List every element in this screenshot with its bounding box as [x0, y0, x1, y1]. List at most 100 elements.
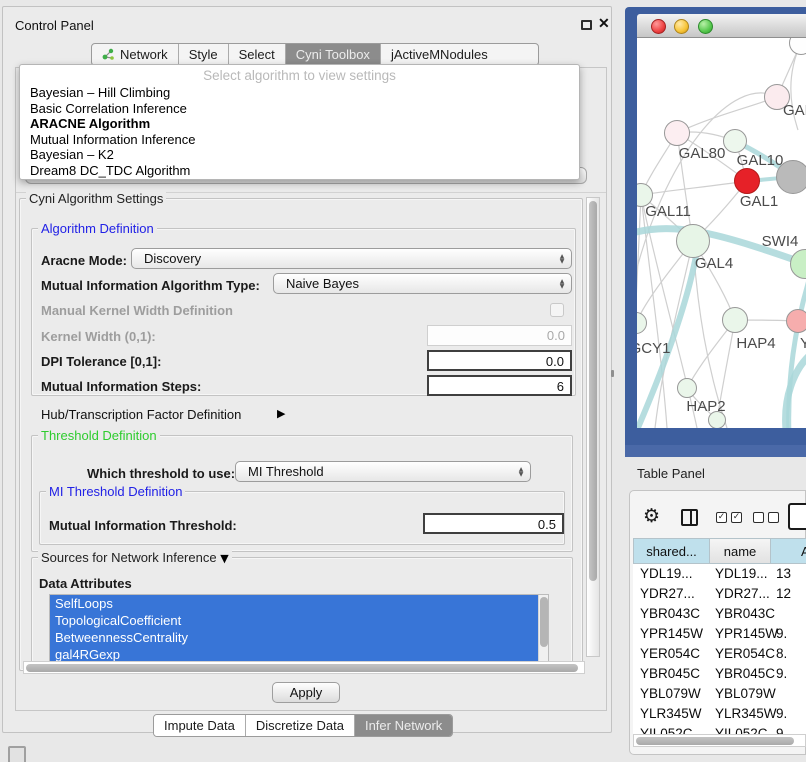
mi-steps-field[interactable]: 6: [427, 375, 572, 396]
settings-vertical-scrollbar[interactable]: [586, 197, 600, 657]
collapse-down-icon[interactable]: ▼: [220, 552, 228, 565]
table-row[interactable]: YDR27...YDR27...12: [633, 584, 806, 604]
column-header[interactable]: shared...: [633, 538, 710, 564]
tab-impute-data-label: Impute Data: [164, 718, 235, 733]
scrollbar-thumb[interactable]: [636, 737, 794, 745]
cell: YLR345W: [715, 706, 777, 721]
list-item[interactable]: BetweennessCentrality: [50, 629, 548, 646]
tab-jactivemnodules[interactable]: jActiveMNodules: [380, 44, 498, 65]
tab-cyni-toolbox-label: Cyni Toolbox: [296, 47, 370, 62]
node-label: GAL80: [679, 145, 726, 162]
table-row[interactable]: YPR145WYPR145W9.: [633, 624, 806, 644]
column-header[interactable]: name: [710, 538, 771, 564]
table-row[interactable]: YIL052CYIL052C9: [633, 724, 806, 734]
network-node[interactable]: [734, 168, 760, 194]
table-row[interactable]: YBR045CYBR045C9.: [633, 664, 806, 684]
tab-network[interactable]: Network: [92, 44, 178, 65]
tab-discretize-data[interactable]: Discretize Data: [245, 715, 354, 736]
dpi-tolerance-label: DPI Tolerance [0,1]:: [41, 354, 161, 369]
apply-button[interactable]: Apply: [272, 682, 340, 703]
tab-cyni-toolbox[interactable]: Cyni Toolbox: [285, 44, 380, 65]
tab-select-label: Select: [239, 47, 275, 62]
which-threshold-combobox[interactable]: MI Threshold ▲▼: [235, 461, 531, 482]
aracne-mode-combobox[interactable]: Discovery ▲▼: [131, 248, 572, 269]
float-window-icon[interactable]: [581, 20, 592, 30]
algorithm-dropdown-popup: Select algorithm to view settings Bayesi…: [19, 64, 580, 180]
minimize-traffic-icon[interactable]: [674, 19, 689, 34]
dropdown-item[interactable]: Mutual Information Inference: [30, 132, 569, 148]
cell: YBL079W: [640, 686, 701, 701]
cell: YER054C: [715, 646, 775, 661]
network-node[interactable]: [677, 378, 697, 398]
network-node[interactable]: [722, 307, 748, 333]
table-row[interactable]: YBR043CYBR043C: [633, 604, 806, 624]
scrollbar-thumb[interactable]: [540, 597, 548, 647]
list-item[interactable]: gal4RGexp: [50, 646, 548, 662]
scrollbar-thumb[interactable]: [589, 201, 597, 581]
network-canvas[interactable]: GAL GAL80 GAL10 GAL1 GAL11 GAL4 SWI4 GCY…: [637, 38, 806, 428]
dropdown-item[interactable]: Bayesian – K2: [30, 147, 569, 163]
list-item[interactable]: TopologicalCoefficient: [50, 612, 548, 629]
combo-arrows-icon: ▲▼: [512, 467, 530, 477]
data-attributes-list[interactable]: SelfLoops TopologicalCoefficient Between…: [49, 594, 549, 662]
network-node[interactable]: [786, 309, 806, 333]
column-header[interactable]: A: [771, 538, 806, 564]
table-row[interactable]: YER054CYER054C8.: [633, 644, 806, 664]
gear-icon[interactable]: ⚙: [643, 505, 660, 527]
settings-horizontal-scrollbar[interactable]: [23, 661, 585, 674]
network-node[interactable]: [676, 224, 710, 258]
deselect-all-checkbox-icon[interactable]: [753, 512, 764, 523]
mi-type-value: Naive Bayes: [274, 276, 553, 291]
mi-type-label: Mutual Information Algorithm Type:: [41, 278, 260, 293]
zoom-traffic-icon[interactable]: [698, 19, 713, 34]
list-item[interactable]: SelfLoops: [50, 595, 548, 612]
table-row[interactable]: YBL079W YBL079W: [633, 684, 806, 704]
select-all-checkbox-icon[interactable]: ✓: [716, 512, 727, 523]
mi-threshold-field[interactable]: 0.5: [423, 513, 564, 534]
minimized-panel-icon[interactable]: [8, 746, 26, 762]
export-table-icon[interactable]: [788, 503, 806, 530]
cell: 9: [776, 726, 784, 734]
dropdown-item[interactable]: Dream8 DC_TDC Algorithm: [30, 163, 569, 179]
scrollbar-thumb[interactable]: [26, 664, 578, 672]
mi-threshold-label: Mutual Information Threshold:: [49, 518, 237, 533]
table-row[interactable]: YLR345WYLR345W9.: [633, 704, 806, 724]
threshold-definition-title: Threshold Definition: [38, 428, 160, 443]
table-horizontal-scrollbar[interactable]: [633, 734, 806, 747]
split-columns-icon[interactable]: [681, 509, 698, 526]
select-all-checkbox-icon[interactable]: ✓: [731, 512, 742, 523]
kernel-width-field[interactable]: 0.0: [427, 325, 572, 346]
dropdown-item[interactable]: Basic Correlation Inference: [30, 101, 569, 117]
tab-infer-network[interactable]: Infer Network: [354, 715, 452, 736]
tab-style[interactable]: Style: [178, 44, 228, 65]
dpi-tolerance-field[interactable]: 0.0: [427, 350, 572, 371]
network-node[interactable]: [723, 129, 747, 153]
splitter-handle[interactable]: [611, 370, 614, 377]
mi-type-combobox[interactable]: Naive Bayes ▲▼: [273, 273, 572, 294]
kernel-width-label: Kernel Width (0,1):: [41, 329, 156, 344]
dropdown-prompt: Select algorithm to view settings: [20, 68, 579, 83]
cell: YBL079W: [715, 686, 776, 701]
network-window-titlebar[interactable]: [637, 14, 806, 38]
cell: 8.: [776, 646, 787, 661]
cell: YBR043C: [715, 606, 775, 621]
expand-right-icon[interactable]: ▶: [277, 407, 285, 420]
table-row[interactable]: YDL19...YDL19...13: [633, 564, 806, 584]
dropdown-item[interactable]: Bayesian – Hill Climbing: [30, 85, 569, 101]
close-traffic-icon[interactable]: [651, 19, 666, 34]
dropdown-item-selected[interactable]: ARACNE Algorithm: [30, 116, 569, 132]
tab-impute-data[interactable]: Impute Data: [154, 715, 245, 736]
attributes-list-scrollbar[interactable]: [538, 595, 548, 661]
cell: YPR145W: [640, 626, 703, 641]
close-icon[interactable]: ✕: [598, 15, 610, 32]
manual-kernel-checkbox[interactable]: [550, 303, 564, 317]
tab-network-label: Network: [120, 47, 168, 62]
deselect-all-checkbox-icon[interactable]: [768, 512, 779, 523]
control-panel-title: Control Panel: [15, 18, 94, 33]
bottom-tabbar: Impute Data Discretize Data Infer Networ…: [153, 714, 453, 737]
cell: YDL19...: [640, 566, 693, 581]
aracne-mode-label: Aracne Mode:: [41, 253, 127, 268]
settings-group-title: Cyni Algorithm Settings: [26, 191, 166, 206]
network-node[interactable]: [664, 120, 690, 146]
tab-select[interactable]: Select: [228, 44, 285, 65]
